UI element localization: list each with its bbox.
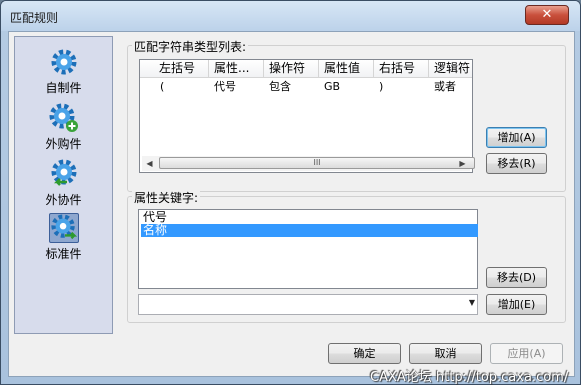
list-item[interactable]: 名称 [141, 224, 478, 237]
column-header[interactable]: 操作符 [264, 60, 319, 77]
scroll-left-icon[interactable]: ◀ [142, 156, 157, 171]
gear-icon [51, 49, 76, 75]
sidebar-item-outsourced[interactable]: 外协件 [15, 159, 112, 208]
sidebar-item-label: 标准件 [45, 247, 82, 261]
dialog-body: 自制件 外购件 外协件 标准件 匹配字符串类型列表: 左括号 属性... 操作符 [8, 31, 575, 377]
dialog-window: 匹配规则 ✕ 自制件 外购件 外协件 标准件 匹配字符串类型列表: 左括号 属性… [0, 0, 581, 385]
add-keyword-button[interactable]: 增加(E) [486, 294, 547, 315]
forum-watermark: CAXA论坛 http://top.caxa.com/ [370, 370, 569, 385]
remove-match-button[interactable]: 移去(R) [486, 153, 547, 174]
table-header: 左括号 属性... 操作符 属性值 右括号 逻辑符 [140, 60, 472, 78]
ok-button[interactable]: 确定 [328, 343, 401, 364]
apply-button[interactable]: 应用(A) [490, 343, 563, 364]
keyword-label: 属性关键字: [132, 189, 201, 206]
sidebar-item-standard[interactable]: 标准件 [15, 213, 112, 262]
scroll-thumb[interactable]: III [159, 157, 475, 169]
sidebar-item-label: 自制件 [45, 81, 82, 95]
keyword-combo[interactable]: ▼ [138, 294, 478, 315]
gear-plus-icon [49, 103, 78, 132]
add-match-button[interactable]: 增加(A) [486, 127, 547, 148]
match-list-label: 匹配字符串类型列表: [132, 38, 249, 55]
close-button[interactable]: ✕ [525, 5, 569, 25]
sidebar-item-label: 外购件 [45, 137, 82, 151]
sidebar-item-self-made[interactable]: 自制件 [15, 47, 112, 96]
close-icon: ✕ [541, 7, 553, 22]
table-cell: ( [160, 80, 165, 93]
remove-keyword-button[interactable]: 移去(D) [486, 267, 547, 288]
column-header[interactable]: 属性... [209, 60, 264, 77]
table-cell: 代号 [214, 80, 236, 93]
keyword-list[interactable]: 代号 名称 [138, 209, 478, 289]
sidebar-item-purchased[interactable]: 外购件 [15, 103, 112, 152]
table-cell: GB [324, 80, 341, 93]
column-header[interactable]: 逻辑符 [429, 60, 474, 77]
window-title: 匹配规则 [10, 11, 59, 25]
cancel-button[interactable]: 取消 [409, 343, 482, 364]
table-cell: ) [379, 80, 384, 93]
sidebar-item-label: 外协件 [45, 193, 82, 207]
column-header[interactable]: 右括号 [374, 60, 429, 77]
gear-arrow-icon [51, 159, 76, 186]
list-item[interactable]: 代号 [141, 211, 478, 224]
column-header[interactable]: 属性值 [319, 60, 374, 77]
match-list-table[interactable]: 左括号 属性... 操作符 属性值 右括号 逻辑符 ( 代号 包含 GB ) 或… [139, 59, 475, 173]
gear-arrow-right-icon [48, 213, 79, 243]
horizontal-scrollbar[interactable]: ◀ III ▶ [142, 156, 475, 171]
chevron-down-icon[interactable]: ▼ [469, 298, 475, 307]
title-bar[interactable]: 匹配规则 ✕ [1, 1, 580, 31]
table-cell: 包含 [269, 80, 291, 93]
category-sidebar: 自制件 外购件 外协件 标准件 [14, 36, 113, 334]
column-header[interactable]: 左括号 [154, 60, 209, 77]
scroll-right-icon[interactable]: ▶ [455, 156, 470, 171]
table-cell: 或者 [434, 80, 456, 93]
grip-icon: III [313, 158, 321, 167]
